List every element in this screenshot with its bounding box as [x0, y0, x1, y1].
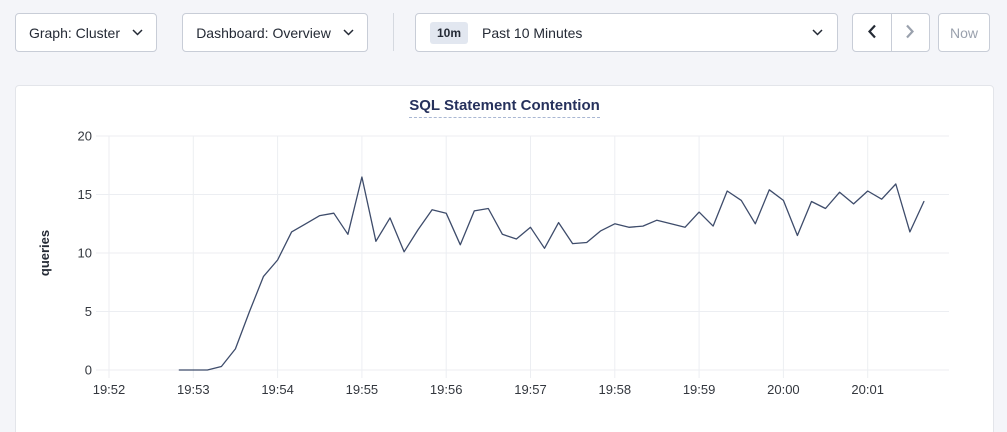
svg-text:19:55: 19:55: [346, 382, 379, 397]
svg-text:10: 10: [78, 246, 92, 261]
sql-contention-chart: 05101520 19:5219:5319:5419:5519:5619:571…: [16, 86, 993, 426]
shift-time-back-button[interactable]: [853, 14, 891, 51]
chart-gridlines: [96, 136, 949, 378]
y-axis-title: queries: [37, 230, 52, 276]
time-window-label: Past 10 Minutes: [482, 25, 812, 41]
toolbar-divider: [393, 13, 394, 51]
svg-text:19:59: 19:59: [683, 382, 716, 397]
svg-text:20:00: 20:00: [767, 382, 800, 397]
chevron-left-icon: [867, 24, 877, 42]
y-axis-tick-labels: 0 5 10 15 20: [78, 129, 92, 378]
now-button-label: Now: [950, 25, 978, 41]
time-range-dropdown[interactable]: 10m Past 10 Minutes: [415, 13, 838, 52]
x-axis-tick-labels: 19:52 19:53 19:54 19:55 19:56 19:57 19:58 19:59…: [93, 382, 884, 397]
svg-text:19:54: 19:54: [261, 382, 294, 397]
svg-text:19:52: 19:52: [93, 382, 126, 397]
chevron-down-icon: [812, 29, 823, 36]
svg-text:19:53: 19:53: [177, 382, 210, 397]
graph-scope-label: Graph: Cluster: [29, 25, 120, 41]
shift-time-forward-button[interactable]: [891, 14, 930, 51]
svg-text:20:01: 20:01: [851, 382, 884, 397]
dashboard-dropdown[interactable]: Dashboard: Overview: [182, 13, 368, 52]
chevron-down-icon: [343, 29, 354, 36]
db-console-page: Graph: Cluster Dashboard: Overview 10m P…: [0, 0, 1007, 432]
svg-text:20: 20: [78, 129, 92, 144]
chart-title[interactable]: SQL Statement Contention: [409, 97, 600, 118]
queries-series-line: [179, 177, 924, 370]
time-shift-button-group: [852, 13, 930, 52]
chevron-right-icon: [905, 24, 915, 42]
now-button[interactable]: Now: [938, 13, 990, 52]
svg-text:19:58: 19:58: [599, 382, 632, 397]
chart-title-row: SQL Statement Contention: [16, 97, 993, 118]
svg-text:0: 0: [85, 363, 92, 378]
chevron-down-icon: [132, 29, 143, 36]
dashboard-label: Dashboard: Overview: [196, 25, 331, 41]
svg-text:19:56: 19:56: [430, 382, 463, 397]
svg-text:5: 5: [85, 304, 92, 319]
svg-text:15: 15: [78, 187, 92, 202]
svg-text:19:57: 19:57: [514, 382, 547, 397]
sql-contention-chart-card: 05101520 19:5219:5319:5419:5519:5619:571…: [15, 85, 994, 432]
time-window-badge: 10m: [430, 22, 468, 44]
graph-scope-dropdown[interactable]: Graph: Cluster: [15, 13, 157, 52]
